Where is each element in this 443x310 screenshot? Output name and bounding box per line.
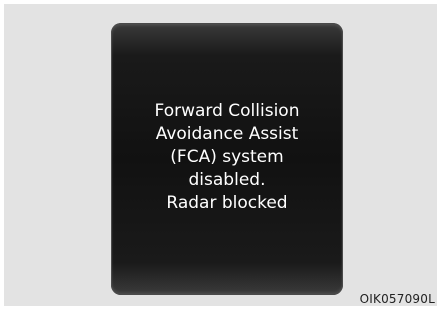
warning-message-line: (FCA) system [170,146,284,167]
warning-message-line: disabled. [188,169,266,190]
figure-code: OIK057090L [359,292,435,306]
warning-message-line: Radar blocked [166,192,288,213]
cluster-display: Forward Collision Avoidance Assist (FCA)… [111,23,343,295]
warning-message: Forward Collision Avoidance Assist (FCA)… [155,100,300,215]
warning-message-line: Avoidance Assist [155,123,299,144]
illustration-frame: Forward Collision Avoidance Assist (FCA)… [4,4,437,306]
warning-message-line: Forward Collision [154,100,300,121]
